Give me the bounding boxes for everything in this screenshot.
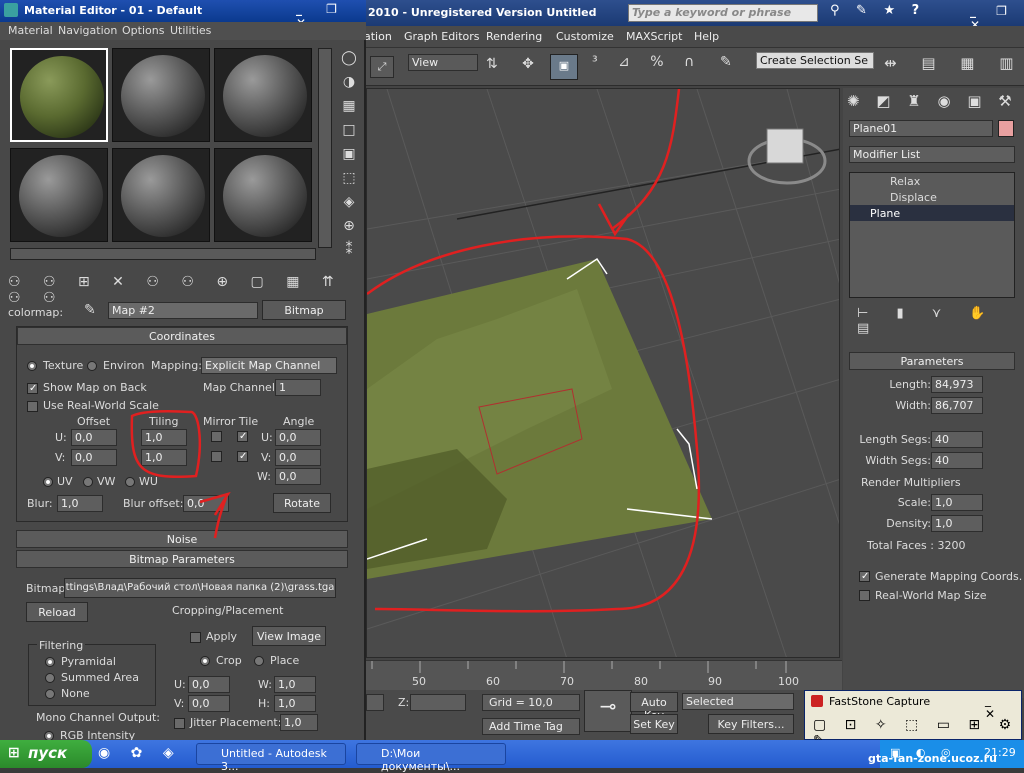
viewcube-icon[interactable]	[766, 128, 804, 164]
width-segs-label: Width Segs:	[865, 454, 931, 467]
width-segs-input[interactable]: 40	[931, 452, 983, 469]
perspective-viewport[interactable]	[366, 88, 840, 658]
edit-named-selection-icon[interactable]: ✎	[720, 54, 732, 70]
track-bar[interactable]: 50 60 70 80 90 100	[366, 660, 842, 690]
stack-item-relax[interactable]: Relax	[850, 173, 1014, 189]
named-selection-dropdown[interactable]: Create Selection Se	[756, 52, 874, 69]
windows-logo-icon: ⊞	[8, 745, 20, 761]
stack-item-plane[interactable]: Plane	[850, 205, 1014, 221]
snap-icons[interactable]: ³ ⊿ % ∩	[592, 54, 702, 70]
render-multipliers-label: Render Multipliers	[861, 476, 961, 489]
command-panel: ✺ ◩ ♜ ◉ ▣ ⚒ Plane01 Modifier List Relax …	[843, 88, 1024, 698]
set-key-button[interactable]: Set Key	[630, 714, 678, 734]
ruler-tick-label: 90	[708, 675, 722, 688]
density-input[interactable]: 1,0	[931, 515, 983, 532]
annotation-overlay	[130, 409, 231, 539]
select-manipulate-icon[interactable]: ▣	[550, 54, 578, 80]
taskbar-item-explorer[interactable]: D:\Мои документы\...	[356, 743, 506, 773]
modifier-stack: Relax Displace Plane	[849, 172, 1015, 298]
stack-item-displace[interactable]: Displace	[850, 189, 1014, 205]
scale-icon[interactable]: ⤢	[370, 56, 394, 78]
viewport-scene	[367, 89, 839, 657]
faststone-capture-toolbar: FastStone Capture _ ✕ ▢ ⊡ ✧ ⬚ ▭ ⊞ ⚙ ✎	[804, 690, 1022, 749]
z-label: Z:	[398, 696, 410, 709]
stack-tool-icons[interactable]: ⊢ ▮ ⋎ ✋ ▤	[857, 306, 1024, 336]
taskbar-item-3dsmax[interactable]: Untitled - Autodesk 3...	[196, 743, 346, 773]
object-name-field[interactable]: Plane01	[849, 120, 993, 137]
modifier-list-dropdown[interactable]: Modifier List	[849, 146, 1015, 163]
x-coordinate-field[interactable]	[366, 694, 384, 711]
width-label: Width:	[895, 399, 931, 412]
ruler-tick-label: 70	[560, 675, 574, 688]
length-label: Length:	[889, 378, 931, 391]
gen-mapping-checkbox[interactable]	[859, 571, 870, 582]
material-editor-window: Material Editor - 01 - Default _ ❐ ✕ Mat…	[0, 0, 366, 742]
scale-label: Scale:	[897, 496, 931, 509]
key-icon[interactable]: ⊸	[584, 690, 632, 732]
scale-input[interactable]: 1,0	[931, 494, 983, 511]
max-menu-bar: ation Graph Editors Rendering Customize …	[360, 26, 1024, 48]
start-button[interactable]: ⊞ пуск	[0, 740, 92, 768]
key-filters-button[interactable]: Key Filters...	[708, 714, 794, 734]
z-coordinate-field[interactable]	[410, 694, 466, 711]
menu-maxscript[interactable]: MAXScript	[626, 30, 682, 43]
add-time-tag[interactable]: Add Time Tag	[482, 718, 580, 735]
command-panel-tabs[interactable]: ✺ ◩ ♜ ◉ ▣ ⚒	[847, 92, 1018, 110]
real-world-label: Real-World Map Size	[875, 589, 987, 602]
gen-mapping-label: Generate Mapping Coords.	[875, 570, 1023, 583]
real-world-checkbox[interactable]	[859, 590, 870, 601]
key-selection-dropdown[interactable]: Selected	[682, 693, 794, 710]
menu-animation[interactable]: ation	[364, 30, 392, 43]
infocenter-icons[interactable]: ⚲ ✎ ★ ?	[830, 3, 925, 18]
ruler-tick-label: 60	[486, 675, 500, 688]
menu-help[interactable]: Help	[694, 30, 719, 43]
ruler-tick-label: 50	[412, 675, 426, 688]
status-bar: Z: Grid = 10,0 Add Time Tag ⊸ Auto Key S…	[366, 690, 842, 740]
length-segs-input[interactable]: 40	[931, 431, 983, 448]
watermark: gta-fan-zone.ucoz.ru	[868, 752, 997, 765]
menu-rendering[interactable]: Rendering	[486, 30, 542, 43]
search-input[interactable]: Type a keyword or phrase	[628, 4, 818, 22]
quick-launch-icons[interactable]: ◉ ✿ ◈	[98, 745, 182, 761]
reference-coord-dropdown[interactable]: View	[408, 54, 478, 71]
menu-graph-editors[interactable]: Graph Editors	[404, 30, 480, 43]
ruler-tick-label: 80	[634, 675, 648, 688]
density-label: Density:	[886, 517, 931, 530]
parameters-rollout-header[interactable]: Parameters	[849, 352, 1015, 370]
main-toolbar: ⤢ View ⇅ ✥ ▣ ³ ⊿ % ∩ ✎ Create Selection …	[360, 48, 1024, 86]
length-segs-label: Length Segs:	[859, 433, 931, 446]
start-label: пуск	[28, 744, 68, 762]
mirror-align-icons[interactable]: ⇹ ▤ ▦ ▥	[884, 54, 1023, 72]
menu-customize[interactable]: Customize	[556, 30, 614, 43]
faststone-title: FastStone Capture	[829, 695, 931, 708]
length-input[interactable]: 84,973	[931, 376, 983, 393]
total-faces: Total Faces : 3200	[867, 539, 966, 552]
grid-readout: Grid = 10,0	[482, 694, 580, 711]
ruler-tick-label: 100	[778, 675, 799, 688]
faststone-icon	[811, 695, 823, 707]
object-color-swatch[interactable]	[998, 120, 1014, 137]
max-title-bar: 2010 - Unregistered Version Untitled Typ…	[360, 0, 1024, 32]
max-title: 2010 - Unregistered Version Untitled	[368, 6, 597, 19]
width-input[interactable]: 86,707	[931, 397, 983, 414]
pivot-icons[interactable]: ⇅ ✥	[486, 56, 544, 72]
auto-key-button[interactable]: Auto Key	[630, 692, 678, 722]
